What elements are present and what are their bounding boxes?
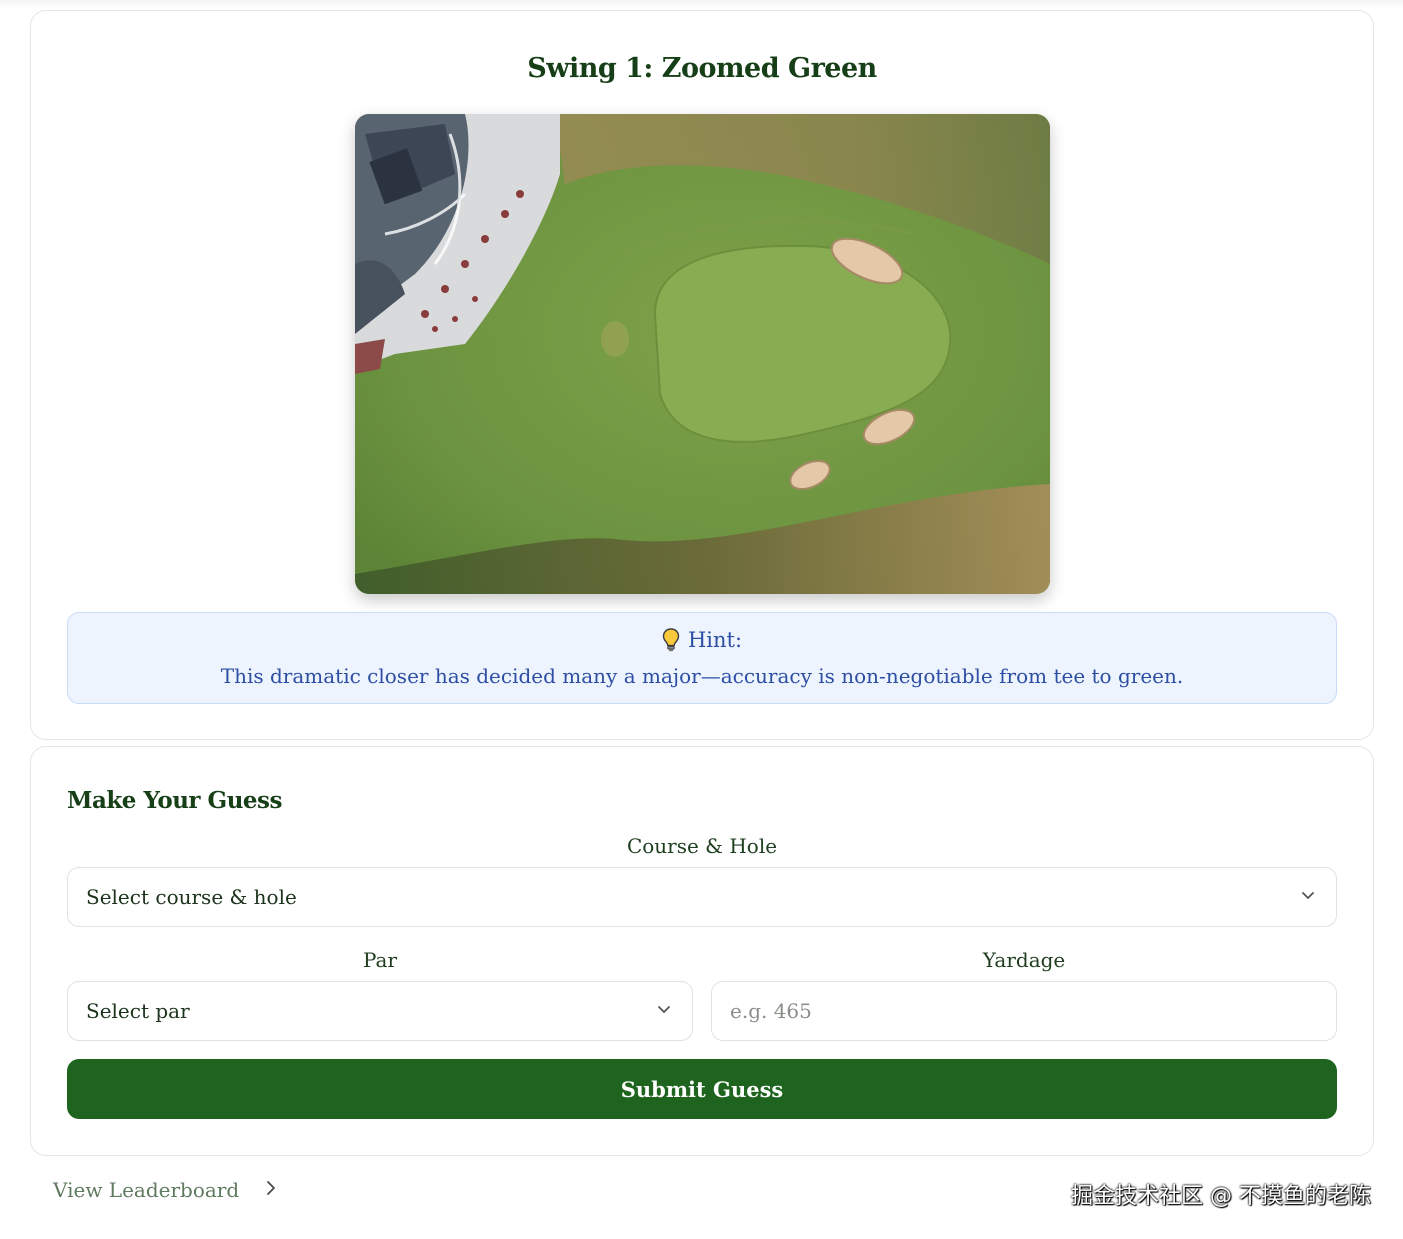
guess-title: Make Your Guess (67, 787, 282, 814)
course-photo (355, 114, 1050, 594)
watermark: 掘金技术社区 @ 不摸鱼的老陈 (1071, 1184, 1371, 1209)
swing-title: Swing 1: Zoomed Green (527, 53, 877, 84)
course-hole-select-value: Select course & hole (86, 885, 297, 909)
submit-guess-button[interactable]: Submit Guess (67, 1059, 1337, 1119)
yardage-field (711, 981, 1337, 1041)
chevron-down-icon (1298, 885, 1318, 910)
yardage-label: Yardage (982, 948, 1066, 972)
top-divider (0, 0, 1403, 8)
swing-card: Swing 1: Zoomed Green Hint: This dramati… (30, 10, 1374, 740)
lightbulb-icon (662, 628, 680, 652)
par-select-value: Select par (86, 999, 190, 1023)
view-leaderboard-link[interactable]: View Leaderboard (53, 1178, 277, 1202)
chevron-right-icon (265, 1178, 277, 1202)
hint-label: Hint: (687, 628, 743, 652)
hint-text: This dramatic closer has decided many a … (220, 664, 1184, 688)
hint-box: Hint: This dramatic closer has decided m… (67, 612, 1337, 704)
par-label: Par (362, 948, 398, 972)
yardage-input[interactable] (730, 999, 1318, 1023)
hint-header: Hint: (68, 628, 1336, 652)
par-select[interactable]: Select par (67, 981, 693, 1041)
course-hole-label: Course & Hole (626, 834, 778, 858)
view-leaderboard-label: View Leaderboard (53, 1178, 240, 1202)
chevron-down-icon (654, 999, 674, 1024)
course-hole-select[interactable]: Select course & hole (67, 867, 1337, 927)
guess-card: Make Your Guess Course & Hole Select cou… (30, 746, 1374, 1156)
